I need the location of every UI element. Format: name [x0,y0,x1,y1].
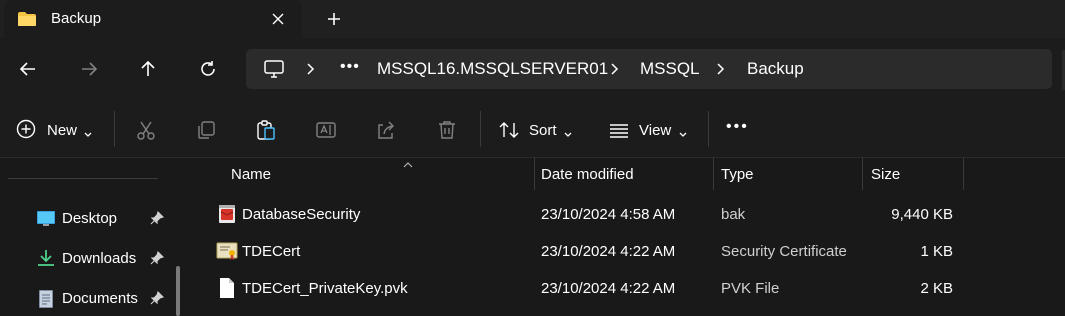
tab-bar: Backup [0,0,1065,38]
divider [708,111,709,147]
file-name: TDECert [242,243,301,260]
new-label: New [47,122,78,139]
archive-file-icon [216,203,238,230]
pin-icon[interactable] [150,210,165,230]
sort-icon [498,119,520,146]
refresh-icon[interactable] [199,60,217,83]
table-row[interactable]: TDECert 23/10/2024 4:22 AM Security Cert… [190,233,1065,271]
chevron-down-icon [678,126,688,144]
pin-icon[interactable] [150,290,165,310]
file-name: DatabaseSecurity [242,206,361,223]
sidebar-item-label: Documents [62,290,138,307]
copy-icon[interactable] [195,100,219,158]
file-date: 23/10/2024 4:22 AM [541,280,676,297]
more-options-button[interactable]: ••• [726,118,749,136]
column-header-date[interactable]: Date modified [535,158,713,190]
folder-icon [17,11,37,32]
file-type: PVK File [721,280,780,297]
sort-ascending-icon [402,156,414,174]
delete-icon[interactable] [436,100,460,158]
file-date: 23/10/2024 4:22 AM [541,243,676,260]
breadcrumb-item[interactable]: MSSQL16.MSSQLSERVER01 [377,59,608,79]
file-date: 23/10/2024 4:58 AM [541,206,676,223]
desktop-icon [36,209,56,232]
documents-icon [36,289,56,314]
blank-file-icon [216,277,238,304]
view-icon [608,119,630,146]
command-bar: New Sort View ••• [0,100,1065,158]
file-type: bak [721,206,746,223]
view-button[interactable]: View [606,100,696,158]
plus-icon[interactable] [326,11,342,32]
breadcrumb-overflow[interactable]: ••• [340,58,360,76]
this-pc-icon[interactable] [263,59,285,84]
column-header-size[interactable]: Size [863,158,963,190]
chevron-right-icon[interactable] [306,62,316,81]
sort-button[interactable]: Sort [496,100,580,158]
certificate-icon [216,240,238,267]
arrow-left-icon[interactable] [19,60,37,83]
column-divider[interactable] [963,158,964,190]
column-header-type[interactable]: Type [714,158,862,190]
chevron-down-icon [83,126,93,144]
cut-icon[interactable] [135,100,159,158]
address-bar[interactable]: ••• MSSQL16.MSSQLSERVER01 MSSQL Backup [246,49,1052,89]
file-name: TDECert_PrivateKey.pvk [242,280,408,297]
file-size: 1 KB [920,243,953,260]
navigation-bar: ••• MSSQL16.MSSQLSERVER01 MSSQL Backup [0,38,1065,100]
close-icon[interactable] [270,11,286,32]
divider [8,178,158,179]
file-size: 2 KB [920,280,953,297]
sidebar-item-label: Downloads [62,250,137,267]
sidebar-item-downloads[interactable]: Downloads [0,242,180,276]
sidebar-item-desktop[interactable]: Desktop [0,202,180,236]
new-button[interactable]: New [10,100,100,158]
divider [480,111,481,147]
chevron-down-icon [563,126,573,144]
rename-icon[interactable] [315,100,339,158]
plus-circle-icon [16,119,36,144]
column-label: Type [721,166,754,183]
column-label: Date modified [541,166,634,183]
file-list: Name Date modified Type Size DatabaseSec… [190,158,1065,316]
view-label: View [639,122,672,139]
sort-label: Sort [529,122,557,139]
file-size: 9,440 KB [891,206,953,223]
column-label: Name [231,166,272,183]
tab-title: Backup [51,10,102,27]
tab-backup[interactable]: Backup [4,0,302,38]
chevron-right-icon[interactable] [610,62,620,81]
arrow-right-icon[interactable] [80,60,98,83]
chevron-right-icon[interactable] [716,62,726,81]
divider [114,111,115,147]
share-icon[interactable] [375,100,399,158]
navigation-pane: Desktop Downloads Documents [0,158,190,316]
file-type: Security Certificate [721,243,847,260]
table-row[interactable]: DatabaseSecurity 23/10/2024 4:58 AM bak … [190,196,1065,234]
paste-icon[interactable] [255,100,279,158]
pin-icon[interactable] [150,250,165,270]
breadcrumb-current[interactable]: Backup [747,59,804,79]
sidebar-item-label: Desktop [62,210,118,227]
sidebar-scrollbar[interactable] [176,266,180,316]
breadcrumb-item[interactable]: MSSQL [640,59,700,79]
column-header-name[interactable]: Name [220,158,534,190]
arrow-up-icon[interactable] [139,60,157,83]
sidebar-item-documents[interactable]: Documents [0,282,180,316]
table-row[interactable]: TDECert_PrivateKey.pvk 23/10/2024 4:22 A… [190,270,1065,308]
column-label: Size [871,166,901,183]
download-icon [36,249,56,272]
